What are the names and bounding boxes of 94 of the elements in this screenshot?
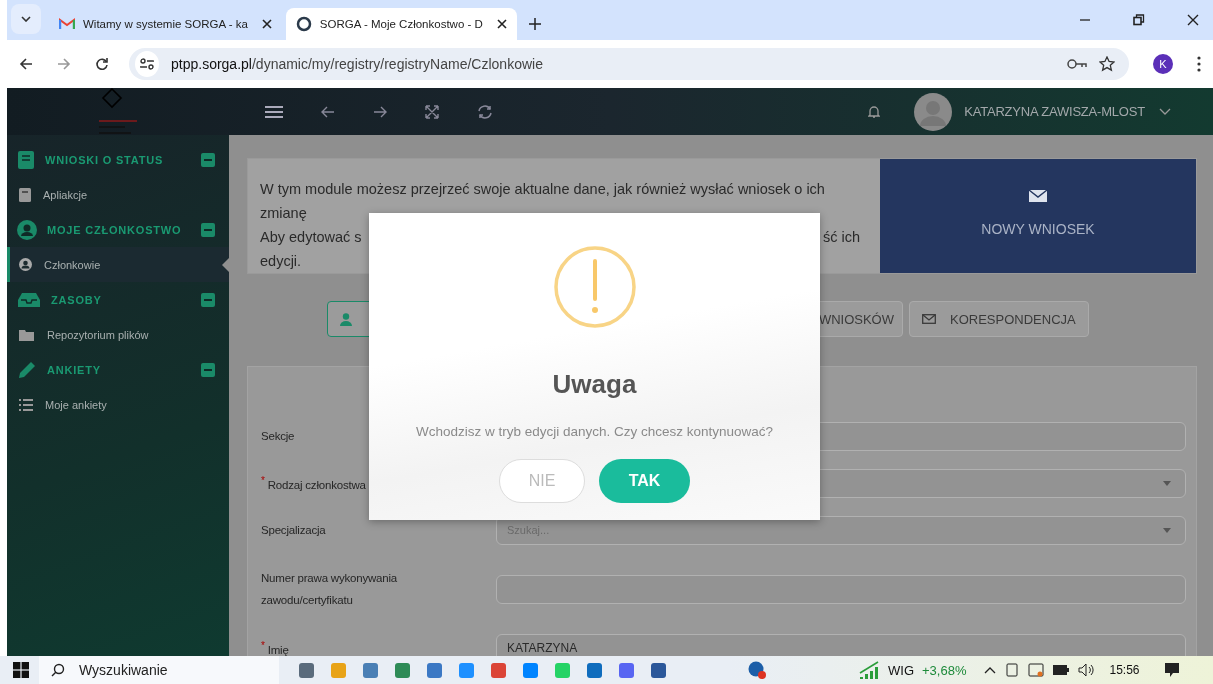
app-icon[interactable] [363,662,378,678]
app-icon[interactable] [523,662,538,678]
folder-icon [19,328,35,341]
tray-icon[interactable] [1028,663,1045,677]
dialog-title: Uwaga [552,369,637,400]
key-icon[interactable] [1067,58,1087,70]
back-arrow-icon[interactable] [19,57,33,71]
envelope-icon [922,314,936,324]
clock-time[interactable]: 15:56 [1109,663,1140,677]
bell-icon[interactable] [868,104,881,119]
app-icon[interactable] [491,662,506,678]
tray-icon[interactable] [1005,663,1020,677]
logo-drawing [98,88,139,134]
profile-avatar[interactable]: K [1153,54,1173,74]
envelope-logo-icon [59,18,75,30]
collapse-toggle[interactable] [201,152,215,167]
section-tab[interactable]: KORESPONDENCJA [909,301,1089,337]
ring-logo-icon [295,16,312,32]
caret-icon [1163,527,1171,533]
battery-icon[interactable] [1053,665,1070,675]
sidebar-group-header[interactable]: MOJE CZŁONKOSTWO [7,212,229,247]
app-icon[interactable] [651,662,666,678]
fullscreen-icon[interactable] [425,104,439,119]
book-icon [19,187,31,202]
forward-arrow-icon[interactable] [373,105,387,118]
browser-tab[interactable]: SORGA - Moje Członkostwo - D [285,8,517,40]
chevron-up-icon[interactable] [984,666,997,674]
list-icon [19,398,33,411]
envelope-icon [1028,189,1048,203]
close-icon[interactable] [496,19,507,29]
warning-icon [552,245,637,329]
sidebar-group-header[interactable]: WNIOSKI O STATUS [7,142,229,177]
info-text: ść ich [822,228,860,247]
field-label: $^{*}$ Rodzaj członkostwa [261,478,366,491]
dialog-message: Wchodzisz w tryb edycji danych. Czy chcesz kontynuować? [415,424,774,439]
sidebar-group-header[interactable]: ANKIETY [7,352,229,387]
windows-start-icon[interactable] [13,662,29,678]
chevron-down-icon [21,16,31,22]
app-icon[interactable] [587,662,602,678]
sync-icon[interactable] [477,104,493,119]
sidebar-item[interactable]: Moje ankiety [7,387,229,422]
user-circle-icon [19,258,32,271]
stock-change: +3,68% [922,662,967,678]
close-icon[interactable] [1187,14,1199,26]
app-icon[interactable] [299,662,314,678]
book-icon [17,149,35,170]
forward-arrow-icon[interactable] [57,57,71,71]
new-request-button[interactable]: NOWY WNIOSEK [880,159,1196,273]
speaker-icon[interactable] [1078,663,1095,677]
info-text: Aby edytować s [260,228,362,247]
input-field[interactable] [496,574,1186,604]
restore-icon[interactable] [1133,14,1145,26]
field-label: Specjalizacja [261,524,326,536]
field-label: $^{*}$ Imię [261,643,289,656]
app-icon[interactable] [619,662,634,678]
menu-icon[interactable] [1197,56,1201,72]
sidebar-item[interactable]: Apliakcje [7,177,229,212]
browser-tab[interactable]: Witamy w systemie SORGA - ka [49,8,282,40]
pencil-icon [17,359,37,380]
search-field[interactable]: Wyszukiwanie [39,656,279,684]
field-label: Sekcje [261,430,295,442]
address-field[interactable]: ptpp.sorga.pl/dynamic/my/registry/registryName/Czlonkowie [129,48,1129,80]
new-tab-icon[interactable] [528,18,541,30]
field-label: Numer prawa wykonywania zawodu/certyfikatu [261,572,397,606]
app-icon[interactable] [427,662,442,678]
app-icon[interactable] [459,662,474,678]
close-icon[interactable] [261,19,272,29]
inbox-icon [17,291,41,308]
caret-icon [1163,480,1171,486]
notification-icon[interactable] [1164,662,1181,678]
help-icon[interactable] [748,661,766,679]
user-name[interactable]: KATARZYNA ZAWISZA-MLOST [964,104,1145,119]
stock-name: WIG [888,662,914,678]
sidebar-item[interactable]: Repozytorium plików [7,317,229,352]
search-icon [51,663,65,677]
site-settings-icon[interactable] [135,51,159,77]
collapse-toggle[interactable] [201,222,215,237]
chevron-down-icon[interactable] [1159,107,1171,116]
collapse-toggle[interactable] [201,292,215,307]
tab-title: Witamy w systemie SORGA - ka [83,18,248,30]
sidebar-group-header[interactable]: ZASOBY [7,282,229,317]
info-text: edycji. [260,252,302,271]
avatar-silhouette[interactable] [914,92,953,131]
sidebar-item[interactable]: Członkowie [7,247,229,282]
user-circle-icon [17,219,37,240]
url-text: ptpp.sorga.pl/dynamic/my/registry/registryName/Czlonkowie [171,56,544,72]
tab-title: SORGA - Moje Członkostwo - D [319,18,483,30]
app-icon[interactable] [395,662,410,678]
collapse-toggle[interactable] [201,362,215,377]
person-icon [340,312,352,326]
menu-icon[interactable] [265,104,283,119]
tab-list-button[interactable] [11,4,41,34]
star-icon[interactable] [1099,56,1115,72]
reload-icon[interactable] [95,57,109,71]
